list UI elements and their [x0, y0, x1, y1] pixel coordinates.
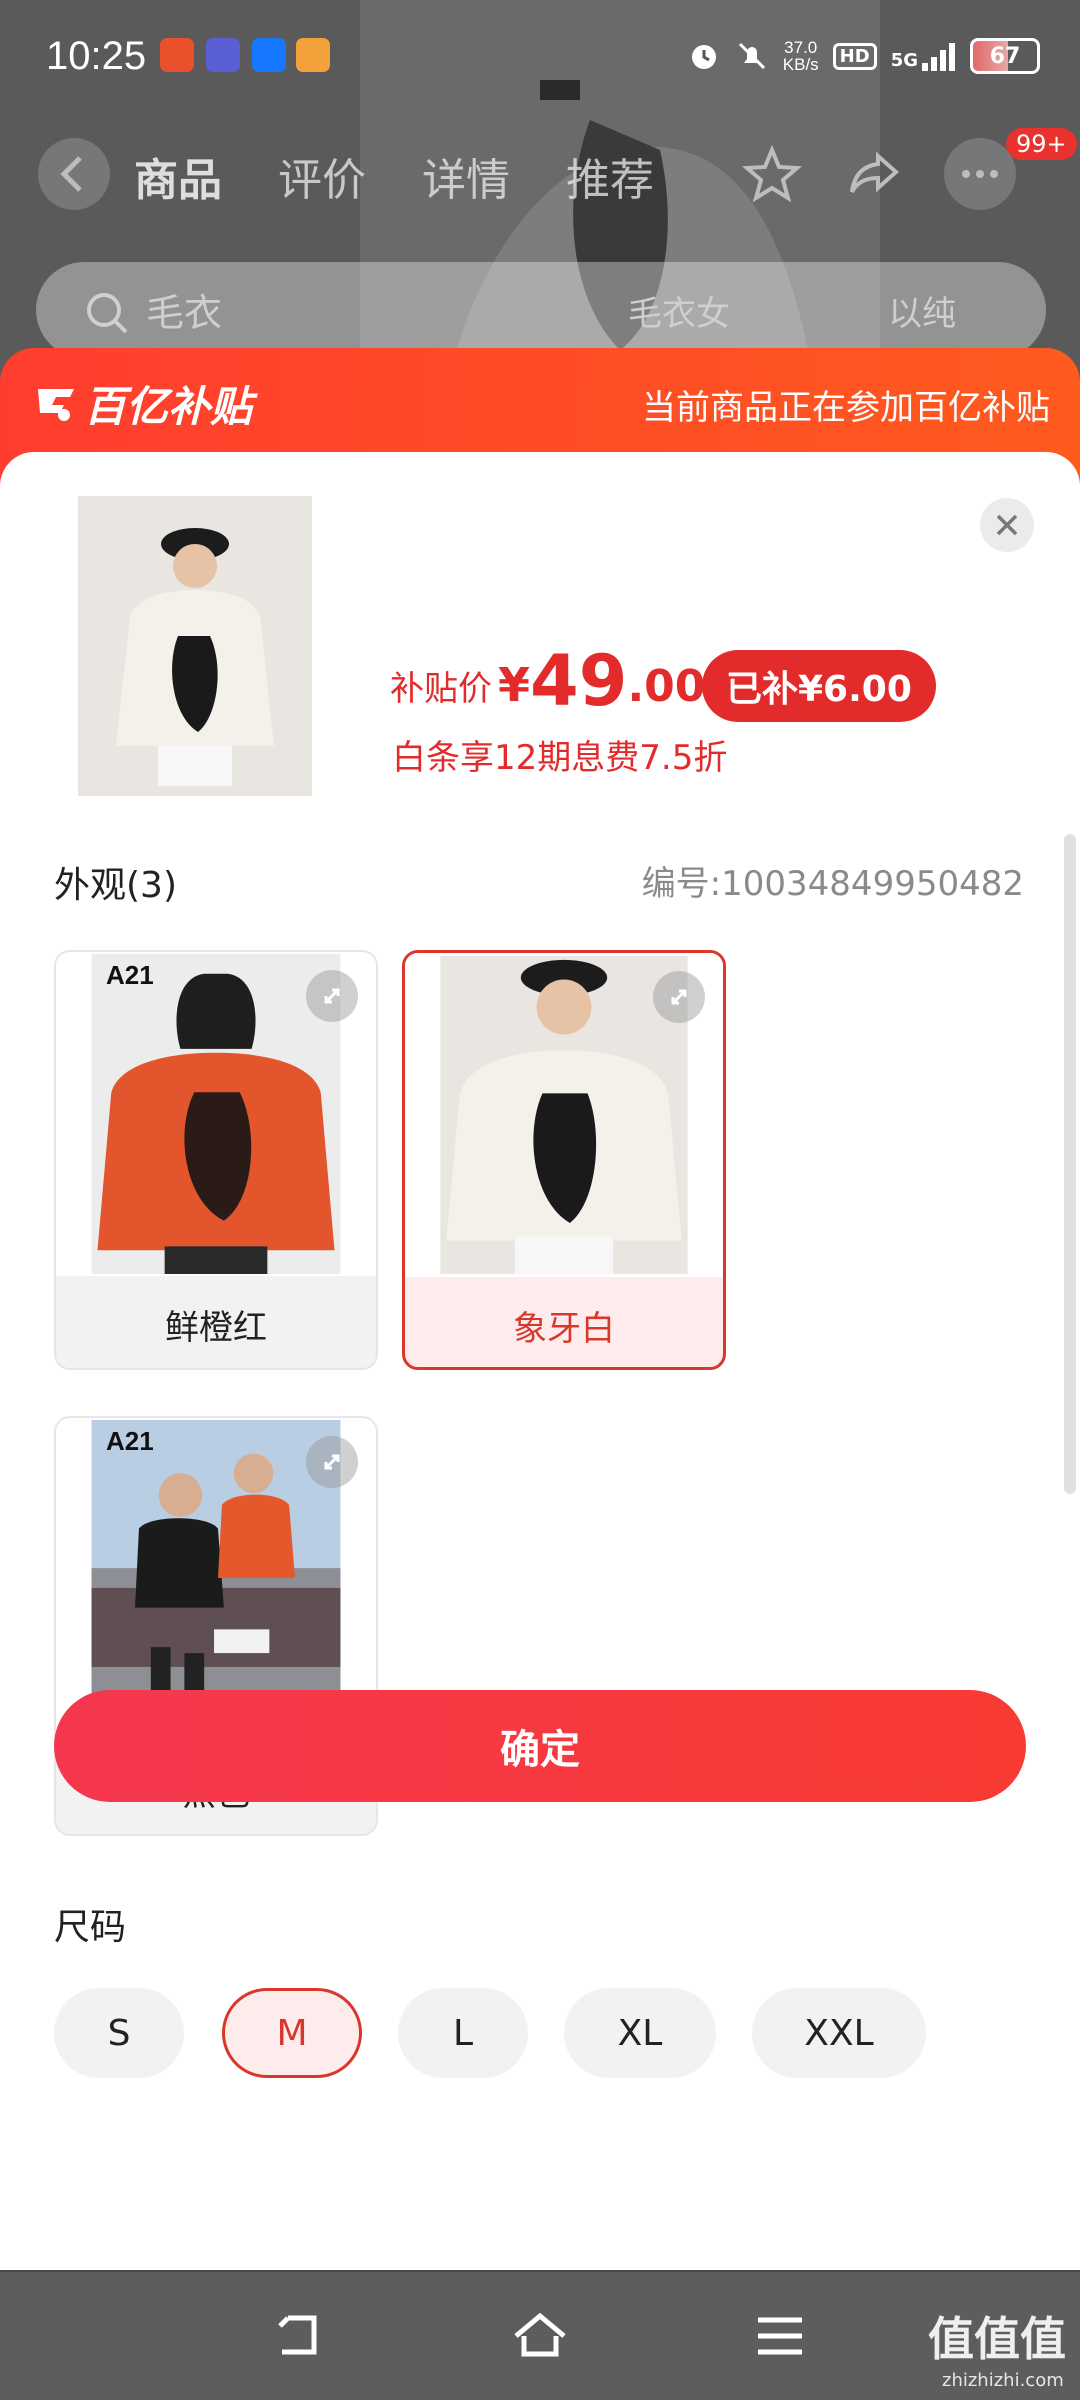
app-notification-icon	[160, 38, 194, 72]
system-back-icon[interactable]	[270, 2308, 330, 2364]
sku-selection-sheet: 补贴价 ¥ 49 .00 已补¥6.00 白条享12期息费7.5折 外观(3) …	[0, 452, 1080, 2270]
size-title: 尺码	[54, 1907, 127, 1948]
price-label: 补贴价	[390, 669, 492, 709]
size-option-m[interactable]: M	[222, 1988, 362, 2078]
color-option-label: 象牙白	[513, 1308, 615, 1349]
tab-recommend[interactable]: 推荐	[566, 144, 654, 208]
subsidy-amount-badge: 已补¥6.00	[702, 650, 936, 722]
app-notification-icon	[206, 38, 240, 72]
status-indicators: 37.0 KB/s HD 5G 67	[687, 34, 1040, 78]
size-option-s[interactable]: S	[54, 1988, 184, 2078]
favorite-star-icon[interactable]	[740, 142, 804, 206]
alarm-icon	[691, 45, 716, 69]
subsidy-logo: 百亿补贴	[34, 378, 252, 431]
back-button[interactable]	[38, 138, 110, 210]
size-option-xxl[interactable]: XXL	[752, 1988, 926, 2078]
network-speed: 37.0 KB/s	[782, 38, 819, 74]
close-icon	[996, 514, 1018, 536]
search-icon	[87, 293, 128, 334]
appearance-title: 外观(3)	[54, 865, 177, 906]
alipay-notification-icon	[252, 38, 286, 72]
search-tag[interactable]: 以纯	[888, 286, 956, 335]
search-placeholder: 毛衣	[146, 291, 223, 335]
color-option-ivory-white[interactable]: 象牙白	[402, 950, 726, 1370]
more-dots-icon	[962, 170, 998, 178]
signal-icon	[922, 43, 955, 71]
message-count-badge: 99+	[1006, 128, 1077, 160]
expand-image-icon[interactable]	[653, 971, 705, 1023]
color-option-label: 鲜橙红	[165, 1307, 267, 1348]
system-home-icon[interactable]	[510, 2308, 570, 2364]
battery-icon: 67	[970, 38, 1040, 74]
system-navigation-bar	[0, 2272, 1080, 2400]
price-decimal: .00	[627, 661, 706, 712]
subsidy-notice: 当前商品正在参加百亿补贴	[642, 388, 1050, 428]
expand-image-icon[interactable]	[306, 1436, 358, 1488]
hd-indicator: HD	[832, 42, 877, 70]
close-button[interactable]	[980, 498, 1034, 552]
watermark-url: zhizhizhi.com	[942, 2370, 1064, 2391]
more-button[interactable]	[944, 138, 1016, 210]
price-integer: 49	[530, 640, 628, 722]
status-time: 10:25	[46, 34, 147, 78]
tab-details[interactable]: 详情	[422, 144, 510, 208]
mute-icon	[738, 42, 765, 70]
subsidy-price: 补贴价 ¥ 49 .00	[390, 646, 705, 716]
size-option-xl[interactable]: XL	[564, 1988, 716, 2078]
search-tag[interactable]: 毛衣女	[628, 286, 730, 335]
status-bar: 10:25 37.0 KB/s HD 5G 67	[0, 0, 1080, 120]
sku-code: 编号:10034849950482	[641, 864, 1024, 904]
tab-reviews[interactable]: 评价	[278, 144, 366, 208]
size-option-l[interactable]: L	[398, 1988, 528, 2078]
color-option-orange-red[interactable]: A21 鲜橙红	[54, 950, 378, 1370]
color-option-code: A21	[106, 960, 154, 990]
confirm-button[interactable]: 确定	[54, 1690, 1026, 1802]
product-nav-bar: 商品 评价 详情 推荐	[0, 120, 1080, 230]
app-notification-icon	[296, 38, 330, 72]
tab-goods[interactable]: 商品	[134, 144, 222, 208]
watermark: 值值值	[928, 2312, 1066, 2366]
system-menu-icon[interactable]	[750, 2308, 810, 2364]
product-thumbnail[interactable]	[78, 496, 312, 796]
price-currency: ¥	[498, 658, 531, 712]
signal-indicator: 5G	[891, 41, 956, 71]
installment-offer[interactable]: 白条享12期息费7.5折	[392, 730, 727, 779]
back-arrow-icon	[60, 156, 82, 192]
expand-image-icon[interactable]	[306, 970, 358, 1022]
scrollbar[interactable]	[1064, 834, 1076, 1494]
subsidy-logo-icon	[38, 389, 74, 421]
battery-level: 67	[989, 43, 1021, 69]
share-icon[interactable]	[842, 142, 906, 206]
color-option-code: A21	[106, 1426, 154, 1456]
